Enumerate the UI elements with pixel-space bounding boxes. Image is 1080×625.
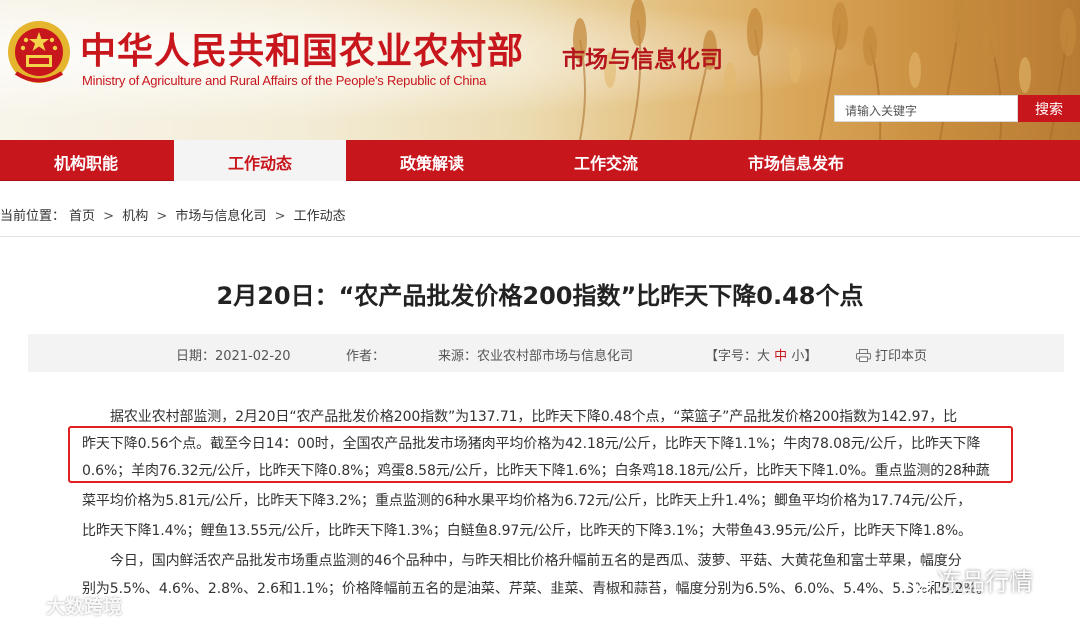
font-size-medium[interactable]: 中 <box>774 349 787 364</box>
nav-item-policy[interactable]: 政策解读 <box>346 140 518 181</box>
print-label: 打印本页 <box>875 349 928 364</box>
divider <box>0 236 1080 237</box>
breadcrumb-separator: > <box>103 209 115 224</box>
watermark-logo-icon <box>7 597 39 615</box>
article-line: 今日，国内鲜活农产品批发市场重点监测的46个品种中，与昨天相比价格升幅前五名的是… <box>110 553 962 569</box>
watermark-left-text: 大数跨境 <box>46 596 123 618</box>
article-author: 作者： <box>346 349 386 364</box>
font-size-control: 【字号：大 中 小】 <box>705 345 817 364</box>
article-source: 来源：农业农村部市场与信息化司 <box>438 349 634 364</box>
ministry-name-cn: 中华人民共和国农业农村部 <box>80 30 525 72</box>
breadcrumb: 当前位置： 首页 > 机构 > 市场与信息化司 > 工作动态 <box>0 205 350 224</box>
nav-item-work-news[interactable]: 工作动态 <box>174 140 346 181</box>
department-name: 市场与信息化司 <box>562 46 723 73</box>
breadcrumb-item-work-news[interactable]: 工作动态 <box>294 209 346 224</box>
article-line: 别为5.5%、4.6%、2.8%、2.6和1.1%；价格降幅前五名的是油菜、芹菜… <box>82 581 991 597</box>
breadcrumb-item-home[interactable]: 首页 <box>69 209 95 224</box>
article-meta-bar: 日期：2021-02-20 作者： 来源：农业农村部市场与信息化司 【字号：大 … <box>28 334 1064 372</box>
watermark-right-text: 冻品行情 <box>937 568 1033 596</box>
search-input[interactable]: 请输入关键字 <box>834 95 1018 122</box>
article-line: 据农业农村部监测，2月20日“农产品批发价格200指数”为137.71，比昨天下… <box>110 409 958 425</box>
article-line: 昨天下降0.56个点。截至今日14：00时，全国农产品批发市场猪肉平均价格为42… <box>82 436 981 452</box>
nav-item-exchange[interactable]: 工作交流 <box>520 140 692 181</box>
article-date: 日期：2021-02-20 <box>176 349 291 364</box>
article-line: 比昨天下降1.4%；鲤鱼13.55元/公斤，比昨天下降1.3%；白鲢鱼8.97元… <box>82 523 972 539</box>
article-title: 2月20日：“农产品批发价格200指数”比昨天下降0.48个点 <box>216 282 864 310</box>
font-size-large[interactable]: 大 <box>757 349 770 364</box>
font-size-label: 【字号： <box>705 349 758 364</box>
nav-item-market-info[interactable]: 市场信息发布 <box>706 140 886 181</box>
ministry-name-en: Ministry of Agriculture and Rural Affair… <box>82 73 487 88</box>
breadcrumb-prefix: 当前位置： <box>0 209 66 224</box>
header-banner: 中华人民共和国农业农村部 Ministry of Agriculture and… <box>0 0 1080 140</box>
font-size-suffix: 】 <box>804 349 818 364</box>
nav-item-institution[interactable]: 机构职能 <box>0 140 172 181</box>
font-size-small[interactable]: 小 <box>791 349 804 364</box>
breadcrumb-separator: > <box>156 209 168 224</box>
breadcrumb-separator: > <box>274 209 286 224</box>
breadcrumb-item-institution[interactable]: 机构 <box>122 209 148 224</box>
search-button[interactable]: 搜索 <box>1018 95 1080 122</box>
wechat-icon <box>905 570 932 592</box>
article-line: 0.6%；羊肉76.32元/公斤，比昨天下降0.8%；鸡蛋8.58元/公斤，比昨… <box>82 463 990 479</box>
article-line: 菜平均价格为5.81元/公斤，比昨天下降3.2%；重点监测的6种水果平均价格为6… <box>82 493 972 509</box>
watermark-right: 冻品行情 <box>905 562 1033 597</box>
print-link[interactable]: 打印本页 <box>856 345 927 364</box>
national-emblem-icon <box>8 21 70 83</box>
breadcrumb-item-department[interactable]: 市场与信息化司 <box>175 209 266 224</box>
watermark-left: 大数跨境 <box>6 592 122 619</box>
main-nav: 机构职能 工作动态 政策解读 工作交流 市场信息发布 <box>0 140 1080 181</box>
printer-icon <box>856 349 871 362</box>
